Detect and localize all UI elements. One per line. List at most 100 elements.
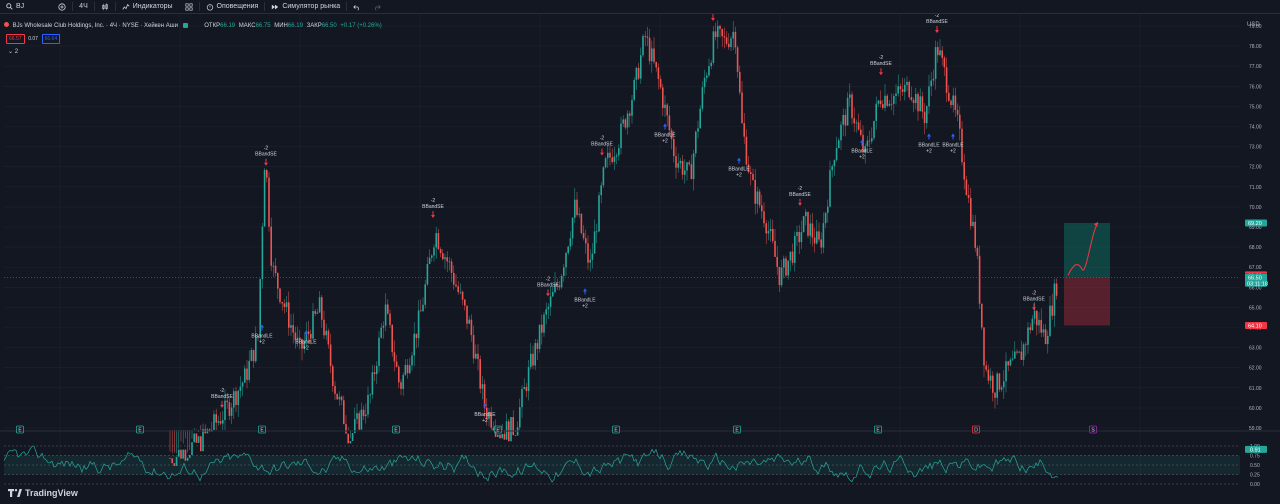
candle (530, 342, 532, 370)
candle (569, 231, 572, 251)
candle-body (340, 396, 343, 401)
candle-body (662, 87, 664, 109)
candle-body (827, 206, 829, 213)
candle-body (835, 148, 838, 161)
candle-body (202, 429, 204, 452)
buy-button[interactable]: 66.64 (41, 34, 61, 44)
candle-body (239, 386, 242, 391)
candle (657, 63, 660, 90)
candle (1020, 340, 1023, 360)
legend-low: 66.19 (287, 23, 303, 29)
candle (787, 260, 789, 280)
candle-body (424, 284, 426, 305)
replay-icon (272, 4, 279, 9)
candle (235, 386, 237, 413)
candle (701, 81, 704, 112)
candle-body (596, 231, 598, 233)
symbol-search[interactable]: BJ (0, 0, 30, 14)
candle-body (774, 240, 776, 257)
candle (1005, 352, 1007, 393)
candle-body (648, 37, 651, 62)
candle-body (246, 368, 248, 380)
candle (829, 160, 831, 208)
candle (525, 383, 528, 398)
candle (684, 159, 686, 184)
candle (182, 430, 184, 459)
candle-body (437, 233, 440, 250)
candle (802, 215, 805, 233)
compare-button[interactable] (52, 0, 72, 14)
candle (446, 251, 448, 273)
candle (609, 146, 611, 166)
candle (908, 80, 910, 100)
candle-body (428, 257, 431, 264)
candle-body (444, 257, 446, 260)
candle (239, 376, 242, 398)
candle (811, 212, 814, 247)
undo-button[interactable] (347, 0, 367, 14)
osc-axis-label: 0.50 (1250, 463, 1260, 469)
signal-label: BBandSE (591, 142, 613, 148)
candle (917, 91, 919, 121)
chart-type-button[interactable] (95, 0, 115, 14)
target-price-tag: 69.20 (1248, 221, 1262, 227)
candle-body (871, 138, 873, 142)
candle (453, 265, 455, 290)
candle-body (723, 36, 726, 38)
candle-body (402, 374, 404, 389)
candle-body (387, 304, 389, 314)
candle (710, 60, 712, 70)
chart-canvas[interactable]: 79.0078.0077.0076.0075.0074.0073.0072.00… (0, 14, 1280, 504)
price-axis-label: 67.00 (1249, 265, 1262, 271)
redo-button[interactable] (367, 0, 387, 14)
candle-body (901, 89, 904, 93)
candle-body (545, 309, 547, 315)
candle (279, 287, 281, 305)
candle (598, 192, 600, 233)
candle (622, 115, 624, 128)
candle-body (939, 50, 941, 56)
interval-button[interactable]: 4Ч (73, 0, 94, 14)
candle-body (1005, 361, 1007, 382)
candle (378, 331, 380, 373)
alerts-button[interactable]: Оповещения (200, 0, 265, 14)
layouts-button[interactable] (179, 0, 199, 14)
candle (706, 72, 708, 83)
currency-label[interactable]: USD (1247, 22, 1260, 28)
candle-body (461, 291, 464, 300)
candle (371, 364, 374, 399)
chart-area[interactable]: 79.00 78.00 77.00 76.00 75.00 74.00 73.00 72.00… (0, 14, 1280, 504)
candle (431, 254, 433, 262)
candle-body (193, 433, 195, 443)
candle (580, 213, 583, 235)
candle-body (1016, 351, 1018, 353)
candle (233, 387, 235, 420)
candle (728, 33, 730, 50)
replay-button[interactable]: Симулятор рынка (265, 0, 346, 14)
brand-name: TradingView (25, 488, 78, 498)
candle (336, 393, 338, 400)
candle-body (948, 92, 950, 101)
candle-body (677, 163, 679, 168)
candle (983, 327, 985, 378)
search-icon (6, 3, 13, 10)
indicators-button[interactable]: Индикаторы (116, 0, 179, 14)
candle-body (1011, 358, 1014, 360)
candle-body (1018, 351, 1020, 353)
candle-body (1003, 381, 1005, 388)
collapse-indicators-button[interactable]: ⌄ 2 (8, 48, 18, 55)
candle (965, 175, 968, 196)
candle (571, 216, 574, 246)
candle (695, 130, 697, 158)
candle (688, 160, 690, 166)
candle (323, 310, 325, 339)
short-entry-arrow-icon (935, 30, 939, 34)
osc-axis-label: 0.00 (1250, 482, 1260, 488)
candle (450, 258, 453, 283)
candle-body (930, 80, 932, 87)
price-axis-label: 74.00 (1249, 125, 1262, 131)
candle (318, 290, 321, 313)
candle (774, 228, 776, 258)
candle (794, 231, 796, 272)
sell-button[interactable]: 66.57 (6, 34, 25, 44)
